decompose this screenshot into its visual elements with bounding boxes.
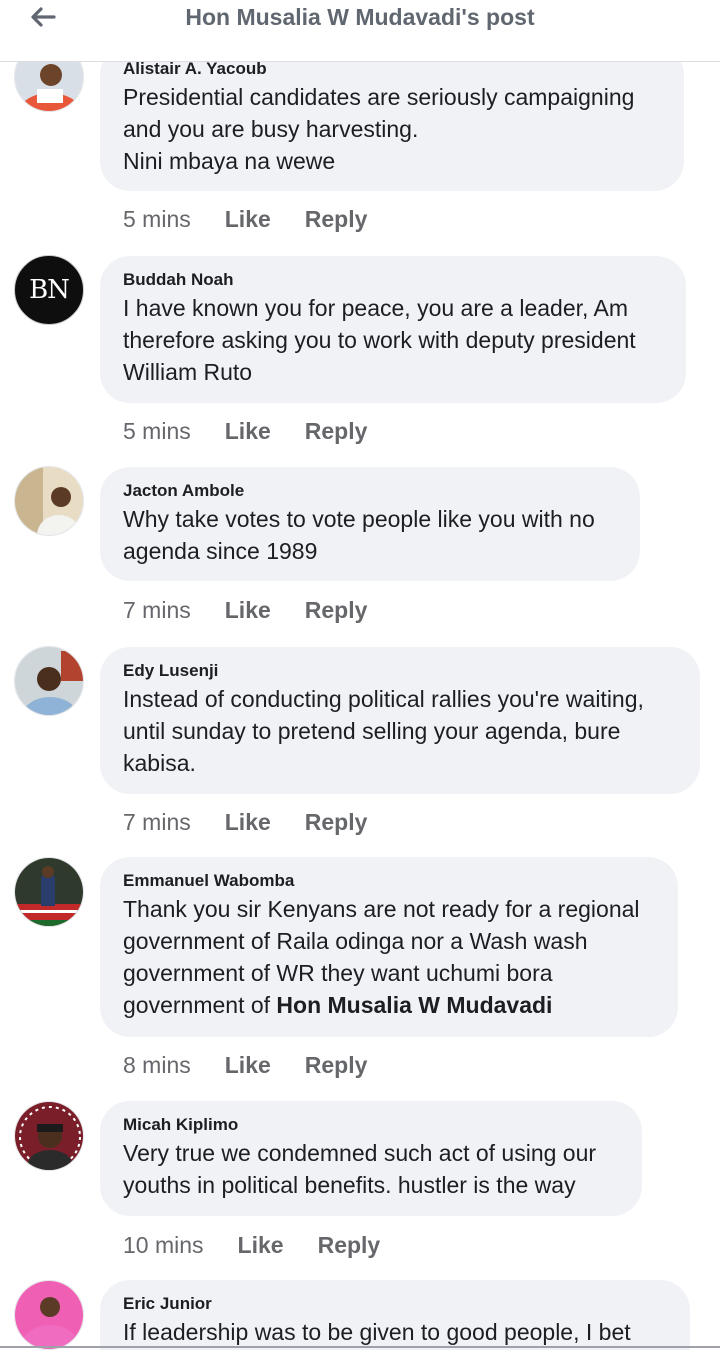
comment-author[interactable]: Buddah Noah <box>123 270 664 290</box>
avatar[interactable] <box>14 1101 84 1171</box>
comment-text: I have known you for peace, you are a le… <box>123 295 636 385</box>
like-button[interactable]: Like <box>225 418 271 445</box>
comment-bubble[interactable]: Alistair A. Yacoub Presidential candidat… <box>100 45 684 191</box>
comment-actions: 7 mins Like Reply <box>123 809 367 836</box>
comment-bubble[interactable]: Emmanuel Wabomba Thank you sir Kenyans a… <box>100 857 678 1037</box>
reply-button[interactable]: Reply <box>318 1232 381 1259</box>
comment-time[interactable]: 5 mins <box>123 418 191 445</box>
reply-button[interactable]: Reply <box>305 418 368 445</box>
comment-text: Presidential candidates are seriously ca… <box>123 84 635 174</box>
avatar[interactable] <box>14 857 84 927</box>
comment-bubble[interactable]: Buddah Noah I have known you for peace, … <box>100 256 686 403</box>
avatar-initials: BN <box>29 275 70 305</box>
like-button[interactable]: Like <box>225 597 271 624</box>
like-button[interactable]: Like <box>238 1232 284 1259</box>
avatar[interactable] <box>14 466 84 536</box>
reply-button[interactable]: Reply <box>305 1052 368 1079</box>
comment-actions: 8 mins Like Reply <box>123 1052 367 1079</box>
comment-time[interactable]: 7 mins <box>123 809 191 836</box>
avatar[interactable] <box>14 1280 84 1350</box>
comment-bubble[interactable]: Edy Lusenji Instead of conducting politi… <box>100 647 700 794</box>
comment-actions: 10 mins Like Reply <box>123 1232 380 1259</box>
comment-time[interactable]: 7 mins <box>123 597 191 624</box>
comment-text: Why take votes to vote people like you w… <box>123 506 595 564</box>
comment-text: Instead of conducting political rallies … <box>123 686 644 776</box>
avatar[interactable] <box>14 646 84 716</box>
comment-actions: 7 mins Like Reply <box>123 597 367 624</box>
like-button[interactable]: Like <box>225 1052 271 1079</box>
comment-bubble[interactable]: Micah Kiplimo Very true we condemned suc… <box>100 1101 642 1216</box>
comment-actions: 5 mins Like Reply <box>123 418 367 445</box>
mention-link[interactable]: Hon Musalia W Mudavadi <box>276 992 552 1018</box>
comment-time[interactable]: 5 mins <box>123 206 191 233</box>
comment-bubble[interactable]: Eric Junior If leadership was to be give… <box>100 1280 690 1350</box>
top-bar: Hon Musalia W Mudavadi's post <box>0 0 720 62</box>
comment-text: Very true we condemned such act of using… <box>123 1140 597 1198</box>
comment-text: Thank you sir Kenyans are not ready for … <box>123 893 656 1021</box>
comment-author[interactable]: Emmanuel Wabomba <box>123 871 656 891</box>
like-button[interactable]: Like <box>225 206 271 233</box>
comment-author[interactable]: Jacton Ambole <box>123 481 618 501</box>
comment-text: If leadership was to be given to good pe… <box>123 1319 631 1345</box>
reply-button[interactable]: Reply <box>305 597 368 624</box>
comment-bubble[interactable]: Jacton Ambole Why take votes to vote peo… <box>100 467 640 581</box>
comment-author[interactable]: Micah Kiplimo <box>123 1115 620 1135</box>
divider <box>0 1346 720 1348</box>
reply-button[interactable]: Reply <box>305 809 368 836</box>
comments-feed[interactable]: Alistair A. Yacoub Presidential candidat… <box>0 0 720 1350</box>
comment-actions: 5 mins Like Reply <box>123 206 367 233</box>
reply-button[interactable]: Reply <box>305 206 368 233</box>
comment-author[interactable]: Alistair A. Yacoub <box>123 59 662 79</box>
page-title: Hon Musalia W Mudavadi's post <box>185 4 535 30</box>
comment-author[interactable]: Edy Lusenji <box>123 661 678 681</box>
comment-time[interactable]: 10 mins <box>123 1232 204 1259</box>
avatar[interactable]: BN <box>14 255 84 325</box>
comment-author[interactable]: Eric Junior <box>123 1294 668 1314</box>
comment-time[interactable]: 8 mins <box>123 1052 191 1079</box>
like-button[interactable]: Like <box>225 809 271 836</box>
